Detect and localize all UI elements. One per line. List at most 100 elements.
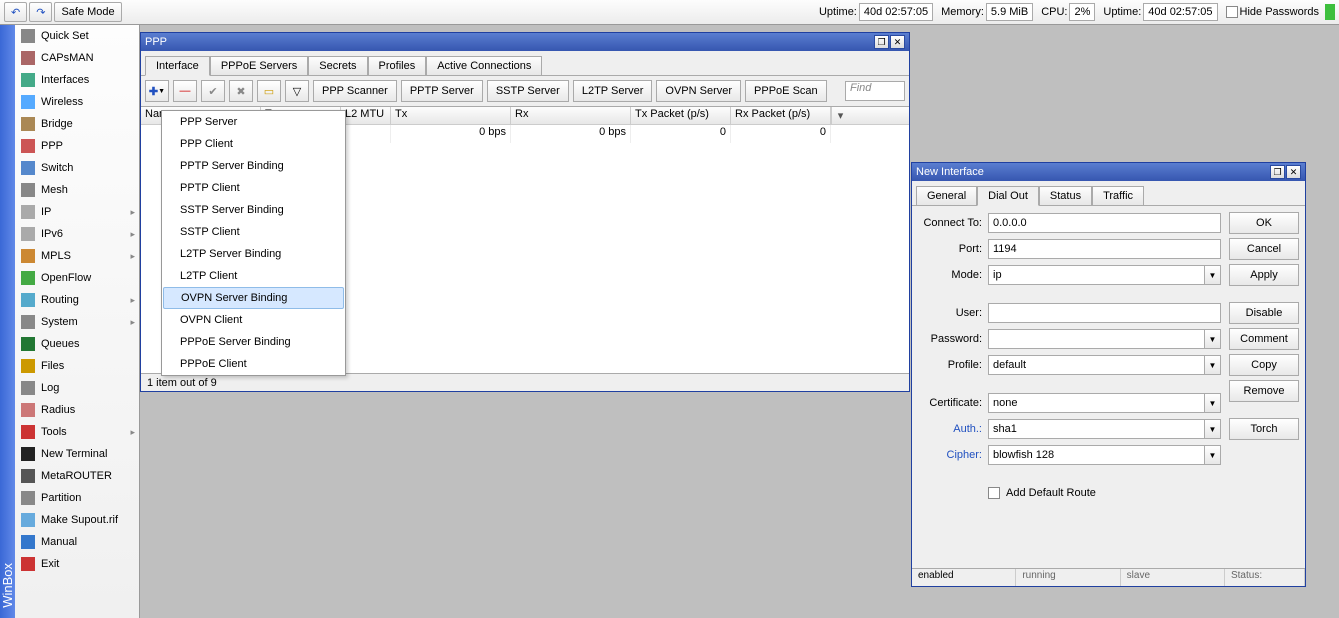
connect-to-input[interactable]: 0.0.0.0 [988, 213, 1221, 233]
menu-item-ovpn-client[interactable]: OVPN Client [162, 309, 345, 331]
menu-item-pptp-server-binding[interactable]: PPTP Server Binding [162, 155, 345, 177]
cancel-button[interactable]: Cancel [1229, 238, 1299, 260]
remove-button[interactable]: — [173, 80, 197, 102]
cell[interactable]: 0 bps [511, 125, 631, 143]
sidebar-item-bridge[interactable]: Bridge [15, 113, 139, 135]
tab-traffic[interactable]: Traffic [1092, 186, 1144, 206]
certificate-input[interactable]: none▼ [988, 393, 1221, 413]
dropdown-arrow-icon[interactable]: ▼ [1204, 394, 1220, 412]
hide-passwords-checkbox[interactable] [1226, 6, 1238, 18]
find-input[interactable]: Find [845, 81, 905, 101]
tab-dial-out[interactable]: Dial Out [977, 186, 1039, 206]
torch-button[interactable]: Torch [1229, 418, 1299, 440]
sidebar-item-new-terminal[interactable]: New Terminal [15, 443, 139, 465]
enable-button[interactable]: ✔ [201, 80, 225, 102]
l2tp-server-button[interactable]: L2TP Server [573, 80, 653, 102]
dropdown-arrow-icon[interactable]: ▼ [1204, 330, 1220, 348]
ni-restore-button[interactable]: ❐ [1270, 165, 1285, 179]
sidebar-item-wireless[interactable]: Wireless [15, 91, 139, 113]
sidebar-item-make-supout-rif[interactable]: Make Supout.rif [15, 509, 139, 531]
menu-item-l2tp-client[interactable]: L2TP Client [162, 265, 345, 287]
sidebar-item-queues[interactable]: Queues [15, 333, 139, 355]
menu-item-pppoe-client[interactable]: PPPoE Client [162, 353, 345, 375]
sidebar-item-ppp[interactable]: PPP [15, 135, 139, 157]
cell[interactable] [341, 125, 391, 143]
copy-button[interactable]: Copy [1229, 354, 1299, 376]
tab-status[interactable]: Status [1039, 186, 1092, 206]
col-header[interactable]: Tx [391, 107, 511, 124]
dropdown-arrow-icon[interactable]: ▼ [1204, 356, 1220, 374]
port-input[interactable]: 1194 [988, 239, 1221, 259]
mode-input[interactable]: ip▼ [988, 265, 1221, 285]
sidebar-item-partition[interactable]: Partition [15, 487, 139, 509]
pppoe-scan-button[interactable]: PPPoE Scan [745, 80, 827, 102]
sidebar-item-manual[interactable]: Manual [15, 531, 139, 553]
sidebar-item-quick-set[interactable]: Quick Set [15, 25, 139, 47]
sidebar-item-exit[interactable]: Exit [15, 553, 139, 575]
menu-item-ppp-client[interactable]: PPP Client [162, 133, 345, 155]
sidebar-item-files[interactable]: Files [15, 355, 139, 377]
menu-item-ovpn-server-binding[interactable]: OVPN Server Binding [163, 287, 344, 309]
undo-button[interactable]: ↶ [4, 2, 27, 22]
ppp-titlebar[interactable]: PPP ❐ ✕ [141, 33, 909, 51]
comment-button[interactable]: Comment [1229, 328, 1299, 350]
ni-titlebar[interactable]: New Interface ❐ ✕ [912, 163, 1305, 181]
tab-active-connections[interactable]: Active Connections [426, 56, 542, 76]
sidebar-item-routing[interactable]: Routing▸ [15, 289, 139, 311]
sidebar-item-openflow[interactable]: OpenFlow [15, 267, 139, 289]
ni-close-button[interactable]: ✕ [1286, 165, 1301, 179]
apply-button[interactable]: Apply [1229, 264, 1299, 286]
add-button[interactable]: ✚▼ [145, 80, 169, 102]
sidebar-item-mpls[interactable]: MPLS▸ [15, 245, 139, 267]
safe-mode-button[interactable]: Safe Mode [54, 2, 121, 22]
ppp-close-button[interactable]: ✕ [890, 35, 905, 49]
add-default-route-checkbox[interactable] [988, 487, 1000, 499]
profile-input[interactable]: default▼ [988, 355, 1221, 375]
sidebar-item-log[interactable]: Log [15, 377, 139, 399]
col-header[interactable]: Rx [511, 107, 631, 124]
dropdown-arrow-icon[interactable]: ▼ [1204, 266, 1220, 284]
sidebar-item-switch[interactable]: Switch [15, 157, 139, 179]
cell[interactable]: 0 [731, 125, 831, 143]
auth-input[interactable]: sha1▼ [988, 419, 1221, 439]
ppp-scanner-button[interactable]: PPP Scanner [313, 80, 397, 102]
cell[interactable]: 0 bps [391, 125, 511, 143]
filter-button[interactable]: ▽ [285, 80, 309, 102]
menu-item-sstp-client[interactable]: SSTP Client [162, 221, 345, 243]
sidebar-item-radius[interactable]: Radius [15, 399, 139, 421]
sidebar-item-ip[interactable]: IP▸ [15, 201, 139, 223]
disable-button[interactable]: Disable [1229, 302, 1299, 324]
ovpn-server-button[interactable]: OVPN Server [656, 80, 741, 102]
disable-button[interactable]: ✖ [229, 80, 253, 102]
sidebar-item-mesh[interactable]: Mesh [15, 179, 139, 201]
col-header[interactable]: L2 MTU [341, 107, 391, 124]
add-menu[interactable]: PPP ServerPPP ClientPPTP Server BindingP… [161, 110, 346, 376]
col-header[interactable]: Tx Packet (p/s) [631, 107, 731, 124]
dropdown-arrow-icon[interactable]: ▼ [1204, 420, 1220, 438]
dropdown-arrow-icon[interactable]: ▼ [1204, 446, 1220, 464]
pptp-server-button[interactable]: PPTP Server [401, 80, 483, 102]
menu-item-pppoe-server-binding[interactable]: PPPoE Server Binding [162, 331, 345, 353]
redo-button[interactable]: ↷ [29, 2, 52, 22]
remove-button[interactable]: Remove [1229, 380, 1299, 402]
menu-item-ppp-server[interactable]: PPP Server [162, 111, 345, 133]
comment-button[interactable]: ▭ [257, 80, 281, 102]
column-menu-button[interactable]: ▾ [831, 107, 849, 124]
tab-secrets[interactable]: Secrets [308, 56, 367, 76]
ppp-restore-button[interactable]: ❐ [874, 35, 889, 49]
sidebar-item-system[interactable]: System▸ [15, 311, 139, 333]
tab-pppoe-servers[interactable]: PPPoE Servers [210, 56, 308, 76]
sstp-server-button[interactable]: SSTP Server [487, 80, 569, 102]
tab-general[interactable]: General [916, 186, 977, 206]
sidebar-item-ipv6[interactable]: IPv6▸ [15, 223, 139, 245]
sidebar-item-interfaces[interactable]: Interfaces [15, 69, 139, 91]
ok-button[interactable]: OK [1229, 212, 1299, 234]
cell[interactable]: 0 [631, 125, 731, 143]
menu-item-l2tp-server-binding[interactable]: L2TP Server Binding [162, 243, 345, 265]
sidebar-item-tools[interactable]: Tools▸ [15, 421, 139, 443]
sidebar-item-capsman[interactable]: CAPsMAN [15, 47, 139, 69]
cipher-input[interactable]: blowfish 128▼ [988, 445, 1221, 465]
tab-interface[interactable]: Interface [145, 56, 210, 76]
menu-item-pptp-client[interactable]: PPTP Client [162, 177, 345, 199]
password-input[interactable]: ▼ [988, 329, 1221, 349]
